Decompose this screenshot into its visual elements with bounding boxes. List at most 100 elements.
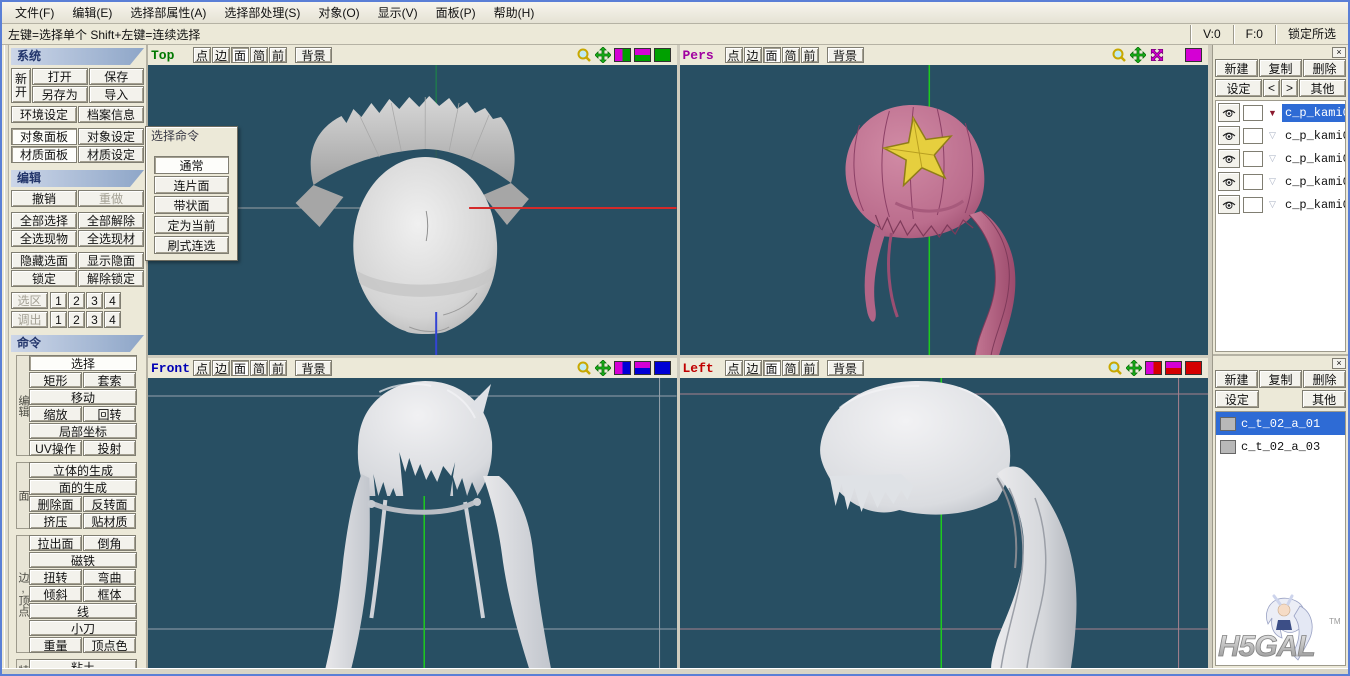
env-settings-button[interactable]: 环境设定 [11, 106, 77, 123]
visibility-eye-icon[interactable] [1218, 172, 1240, 191]
object-row[interactable]: ▼c_p_kami01 [1216, 101, 1345, 124]
select-current-material-button[interactable]: 全选现材 [78, 230, 144, 247]
display-mode-solid-icon[interactable] [1185, 48, 1202, 62]
command-button[interactable]: 局部坐标 [29, 423, 137, 439]
object-checkbox[interactable] [1243, 151, 1263, 167]
select-current-object-button[interactable]: 全选现物 [11, 230, 77, 247]
object-next-button[interactable]: > [1281, 79, 1298, 97]
material-settings-button[interactable]: 设定 [1215, 390, 1259, 408]
expand-triangle-icon[interactable]: ▽ [1266, 130, 1279, 141]
selection-slot-button[interactable]: 1 [50, 311, 67, 328]
pan-icon[interactable] [1130, 47, 1146, 63]
object-name[interactable]: c_p_kami07 [1282, 150, 1346, 168]
command-button[interactable]: 弯曲 [83, 569, 136, 585]
display-mode-split-icon[interactable] [614, 361, 631, 375]
object-row[interactable]: ▽c_p_kami07 [1216, 124, 1345, 147]
undo-button[interactable]: 撤销 [11, 190, 77, 207]
command-button[interactable]: 挤压 [29, 513, 82, 529]
object-settings-button[interactable]: 对象设定 [78, 128, 144, 145]
viewmode-chip[interactable]: 简 [782, 360, 800, 376]
command-button[interactable]: 贴材质 [83, 513, 136, 529]
display-mode-stack-icon[interactable] [634, 48, 651, 62]
display-mode-solid-icon[interactable] [1185, 361, 1202, 375]
command-button[interactable]: 缩放 [29, 406, 82, 422]
select-all-button[interactable]: 全部选择 [11, 212, 77, 229]
object-checkbox[interactable] [1243, 105, 1263, 121]
menu-item[interactable]: 面板(P) [427, 1, 485, 24]
viewmode-chip[interactable]: 前 [269, 47, 287, 63]
zoom-icon[interactable] [1107, 360, 1123, 376]
command-button[interactable]: 扭转 [29, 569, 82, 585]
selectcmd-button[interactable]: 通常 [154, 156, 229, 174]
object-copy-button[interactable]: 复制 [1259, 59, 1302, 77]
viewmode-chip[interactable]: 背景 [827, 360, 864, 376]
object-settings-button[interactable]: 设定 [1215, 79, 1262, 97]
command-button[interactable]: 倒角 [83, 535, 136, 551]
viewmode-chip[interactable]: 背景 [295, 47, 332, 63]
selectcmd-button[interactable]: 连片面 [154, 176, 229, 194]
selection-slot-button[interactable]: 3 [86, 292, 103, 309]
command-button[interactable]: 反转面 [83, 496, 136, 512]
object-panel-toggle[interactable]: 对象面板 [11, 128, 77, 145]
command-button[interactable]: 线 [29, 603, 137, 619]
visibility-eye-icon[interactable] [1218, 103, 1240, 122]
show-hidden-button[interactable]: 显示隐面 [78, 252, 144, 269]
save-button[interactable]: 保存 [89, 68, 145, 85]
material-copy-button[interactable]: 复制 [1259, 370, 1302, 388]
new-file-button[interactable]: 新开 [11, 68, 31, 103]
menu-item[interactable]: 文件(F) [6, 1, 63, 24]
viewmode-chip[interactable]: 点 [193, 47, 211, 63]
command-button[interactable]: 删除面 [29, 496, 82, 512]
close-icon[interactable]: × [1332, 358, 1346, 369]
material-panel-toggle[interactable]: 材质面板 [11, 146, 77, 163]
zoom-icon[interactable] [576, 360, 592, 376]
viewmode-chip[interactable]: 简 [782, 47, 800, 63]
command-button[interactable]: 立体的生成 [29, 462, 137, 478]
viewmode-chip[interactable]: 边 [744, 360, 762, 376]
material-settings-button[interactable]: 材质设定 [78, 146, 144, 163]
selectcmd-button[interactable]: 带状面 [154, 196, 229, 214]
unlock-button[interactable]: 解除锁定 [78, 270, 144, 287]
display-mode-solid-icon[interactable] [654, 48, 671, 62]
zoom-icon[interactable] [1111, 47, 1127, 63]
viewmode-chip[interactable]: 边 [212, 47, 230, 63]
selection-command-panel[interactable]: 选择命令 通常连片面带状面定为当前刷式连选 [145, 126, 238, 261]
display-mode-split-icon[interactable] [1145, 361, 1162, 375]
material-delete-button[interactable]: 删除 [1303, 370, 1346, 388]
front-viewport-canvas[interactable] [148, 378, 677, 668]
menu-item[interactable]: 选择部属性(A) [121, 1, 215, 24]
menu-item[interactable]: 显示(V) [369, 1, 427, 24]
redo-button[interactable]: 重做 [78, 190, 144, 207]
viewmode-chip[interactable]: 简 [250, 47, 268, 63]
object-name[interactable]: c_p_kami05 [1282, 196, 1346, 214]
command-button[interactable]: 回转 [83, 406, 136, 422]
viewmode-chip[interactable]: 边 [212, 360, 230, 376]
expand-triangle-icon[interactable]: ▽ [1266, 199, 1279, 210]
material-new-button[interactable]: 新建 [1215, 370, 1258, 388]
pan-icon[interactable] [595, 47, 611, 63]
command-button[interactable]: 磁铁 [29, 552, 137, 568]
import-button[interactable]: 导入 [89, 86, 145, 103]
viewmode-chip[interactable]: 点 [725, 47, 743, 63]
lock-button[interactable]: 锁定 [11, 270, 77, 287]
selectcmd-button[interactable]: 刷式连选 [154, 236, 229, 254]
object-checkbox[interactable] [1243, 174, 1263, 190]
object-row[interactable]: ▽c_p_kami07 [1216, 147, 1345, 170]
object-other-button[interactable]: 其他 [1299, 79, 1346, 97]
selection-slot-button[interactable]: 2 [68, 311, 85, 328]
command-button[interactable]: 框体 [83, 586, 136, 602]
command-button[interactable]: 重量 [29, 637, 82, 653]
visibility-eye-icon[interactable] [1218, 149, 1240, 168]
object-row[interactable]: ▽c_p_kami04 [1216, 170, 1345, 193]
viewmode-chip[interactable]: 前 [801, 360, 819, 376]
expand-triangle-icon[interactable]: ▽ [1266, 153, 1279, 164]
selection-slot-button[interactable]: 2 [68, 292, 85, 309]
save-as-button[interactable]: 另存为 [32, 86, 88, 103]
viewmode-chip[interactable]: 前 [801, 47, 819, 63]
selection-slot-button[interactable]: 4 [104, 311, 121, 328]
hide-selected-button[interactable]: 隐藏选面 [11, 252, 77, 269]
zoom-icon[interactable] [576, 47, 592, 63]
viewmode-chip[interactable]: 点 [725, 360, 743, 376]
rotate-view-icon[interactable] [1149, 47, 1165, 63]
expand-triangle-icon[interactable]: ▼ [1266, 108, 1279, 118]
